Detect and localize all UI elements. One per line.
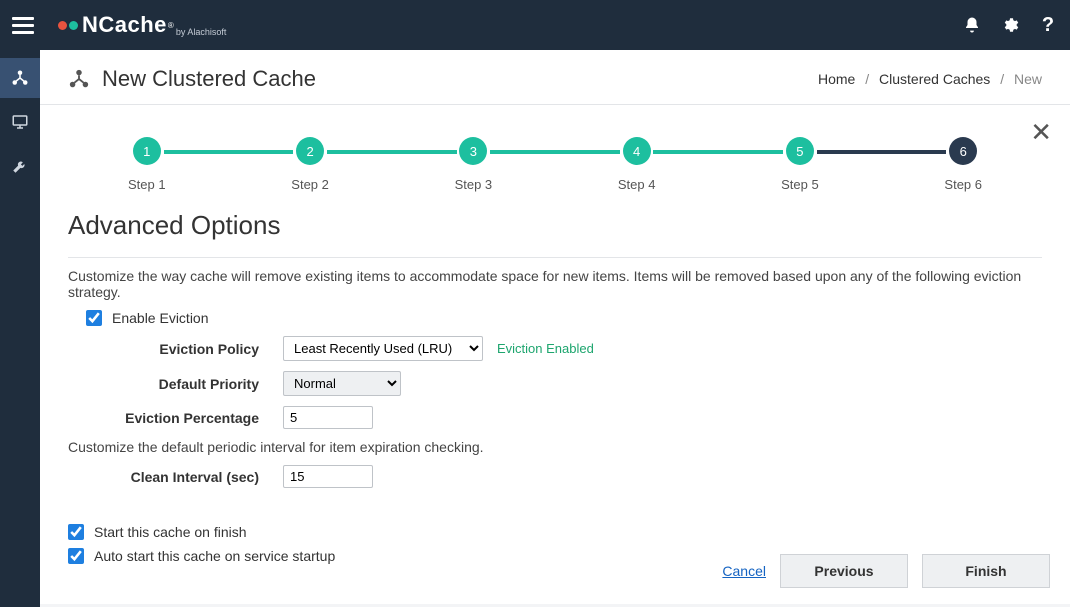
close-icon[interactable]: ✕ bbox=[1030, 117, 1052, 148]
page-title-text: New Clustered Cache bbox=[102, 66, 316, 92]
clean-interval-input[interactable] bbox=[283, 465, 373, 488]
eviction-percentage-input[interactable] bbox=[283, 406, 373, 429]
sidebar-item-tools[interactable] bbox=[0, 146, 40, 186]
eviction-policy-select[interactable]: Least Recently Used (LRU) bbox=[283, 336, 483, 361]
default-priority-label: Default Priority bbox=[68, 376, 283, 392]
page-title: New Clustered Cache bbox=[68, 66, 316, 92]
sidebar bbox=[0, 50, 40, 607]
default-priority-select[interactable]: Normal bbox=[283, 371, 401, 396]
menu-toggle-button[interactable] bbox=[12, 17, 34, 34]
enable-eviction-checkbox[interactable] bbox=[86, 310, 102, 326]
clean-interval-description: Customize the default periodic interval … bbox=[68, 439, 1042, 455]
notifications-icon[interactable] bbox=[962, 15, 982, 35]
product-byline: by Alachisoft bbox=[176, 27, 227, 37]
breadcrumb: Home / Clustered Caches / New bbox=[818, 71, 1042, 87]
breadcrumb-current: New bbox=[1014, 71, 1042, 87]
page-header: New Clustered Cache Home / Clustered Cac… bbox=[40, 50, 1070, 105]
step-4[interactable]: 4 Step 4 bbox=[618, 137, 656, 192]
help-icon[interactable]: ? bbox=[1038, 15, 1058, 35]
auto-start-label: Auto start this cache on service startup bbox=[94, 548, 335, 564]
sidebar-item-cluster[interactable] bbox=[0, 58, 40, 98]
step-3[interactable]: 3 Step 3 bbox=[455, 137, 493, 192]
start-on-finish-row: Start this cache on finish bbox=[68, 524, 1042, 540]
enable-eviction-label: Enable Eviction bbox=[112, 310, 209, 326]
breadcrumb-clustered-caches[interactable]: Clustered Caches bbox=[879, 71, 990, 87]
main: New Clustered Cache Home / Clustered Cac… bbox=[40, 50, 1070, 607]
step-2[interactable]: 2 Step 2 bbox=[291, 137, 329, 192]
start-on-finish-label: Start this cache on finish bbox=[94, 524, 247, 540]
eviction-policy-label: Eviction Policy bbox=[68, 341, 283, 357]
sidebar-item-monitor[interactable] bbox=[0, 102, 40, 142]
cluster-icon bbox=[68, 68, 90, 90]
start-on-finish-checkbox[interactable] bbox=[68, 524, 84, 540]
cancel-link[interactable]: Cancel bbox=[722, 563, 766, 579]
finish-button[interactable]: Finish bbox=[922, 554, 1050, 588]
product-name: NCache bbox=[82, 12, 167, 38]
step-6[interactable]: 6 Step 6 bbox=[944, 137, 982, 192]
step-1[interactable]: 1 Step 1 bbox=[128, 137, 166, 192]
footer-actions: Cancel Previous Finish bbox=[722, 554, 1050, 588]
enable-eviction-row: Enable Eviction bbox=[86, 310, 1042, 326]
auto-start-checkbox[interactable] bbox=[68, 548, 84, 564]
topbar: NCache ® by Alachisoft ? bbox=[0, 0, 1070, 50]
eviction-percentage-label: Eviction Percentage bbox=[68, 410, 283, 426]
eviction-status: Eviction Enabled bbox=[497, 341, 594, 356]
previous-button[interactable]: Previous bbox=[780, 554, 908, 588]
stepper: 1 Step 1 2 Step 2 3 Step 3 4 Step 4 5 St… bbox=[68, 129, 1042, 192]
wizard-content: ✕ 1 Step 1 2 Step 2 3 Step 3 4 Step 4 bbox=[40, 105, 1070, 604]
eviction-description: Customize the way cache will remove exis… bbox=[68, 268, 1042, 300]
settings-icon[interactable] bbox=[1000, 15, 1020, 35]
panel-title: Advanced Options bbox=[68, 210, 1042, 241]
step-5[interactable]: 5 Step 5 bbox=[781, 137, 819, 192]
clean-interval-label: Clean Interval (sec) bbox=[68, 469, 283, 485]
logo[interactable]: NCache ® by Alachisoft bbox=[58, 12, 226, 38]
breadcrumb-home[interactable]: Home bbox=[818, 71, 855, 87]
